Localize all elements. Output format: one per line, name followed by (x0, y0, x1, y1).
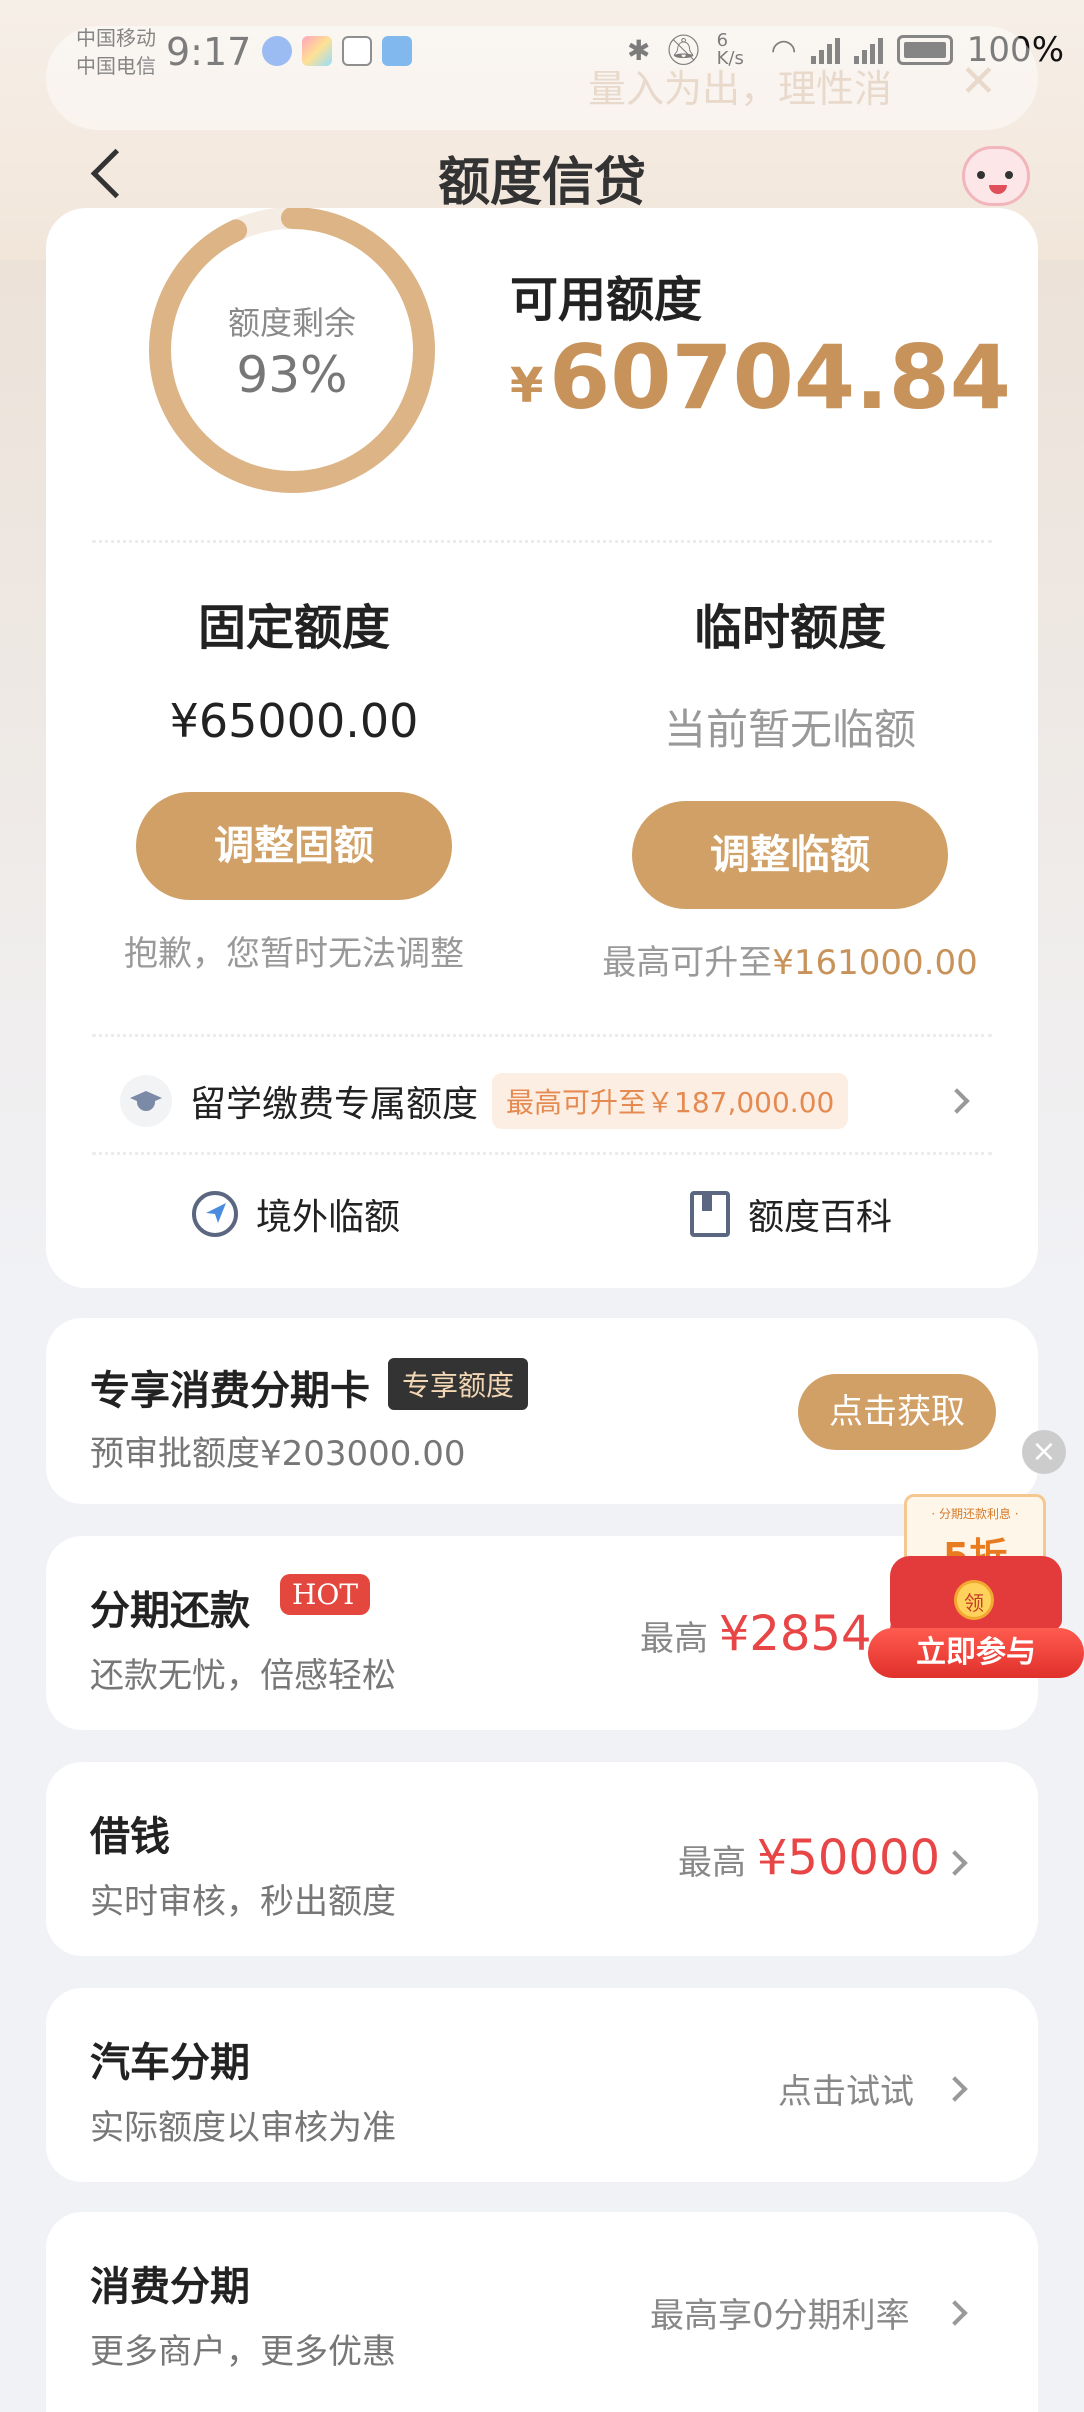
divider (92, 540, 992, 543)
available-value: 60704.84 (548, 326, 1012, 429)
fixed-credit-column: 固定额度 ¥65000.00 调整固额 抱歉，您暂时无法调整 (46, 588, 542, 975)
borrow-card[interactable]: 借钱 实时审核，秒出额度 最高 ¥50000 (46, 1762, 1038, 1956)
temp-note-amount: ¥161000.00 (772, 943, 978, 983)
customer-service-icon[interactable] (962, 146, 1030, 206)
plane-icon (192, 1191, 238, 1237)
installment-card-title: 专享消费分期卡 (90, 1368, 370, 1414)
close-icon[interactable]: ✕ (960, 56, 997, 107)
consume-rate-text: 最高享0分期利率 (650, 2296, 910, 2336)
currency-symbol: ¥ (510, 358, 544, 414)
chevron-right-icon (942, 2076, 968, 2102)
remaining-ring: 额度剩余 93% (142, 208, 442, 508)
credit-card-panel: 额度剩余 93% 可用额度 ¥ 60704.84 固定额度 ¥65000.00 … (46, 208, 1038, 1288)
consumer-installment-card[interactable]: 消费分期 更多商户，更多优惠 最高享0分期利率 (46, 2212, 1038, 2412)
temp-credit-title: 临时额度 (693, 600, 886, 656)
study-credit-label: 留学缴费专属额度 (190, 1084, 479, 1125)
temp-credit-note: 最高可升至¥161000.00 (542, 935, 1038, 984)
installment-card-offer[interactable]: 专享消费分期卡 专享额度 预审批额度¥203000.00 点击获取 (46, 1318, 1038, 1504)
temp-credit-value: 当前暂无临额 (663, 705, 916, 754)
chevron-right-icon (942, 1850, 968, 1876)
borrow-max-amount: ¥50000 (756, 1830, 941, 1886)
borrow-title: 借钱 (90, 1814, 170, 1860)
available-label: 可用额度 (510, 272, 703, 328)
ring-label: 额度剩余 (227, 304, 356, 342)
coin-icon: 领 (954, 1580, 994, 1620)
page-title: 额度信贷 (437, 153, 646, 213)
car-title: 汽车分期 (90, 2040, 250, 2086)
promo-float[interactable]: · 分期还款利息 · 5折 领 立即参与 (868, 1490, 1084, 1680)
repay-sub: 还款无忧，倍感轻松 (90, 1656, 396, 1696)
adjust-fixed-button[interactable]: 调整固额 (136, 792, 452, 900)
graduation-cap-icon (120, 1075, 172, 1127)
hot-badge: HOT (280, 1574, 371, 1615)
study-credit-tag: 最高可升至￥187,000.00 (492, 1073, 849, 1129)
exclusive-badge: 专享额度 (388, 1358, 529, 1410)
temp-note-prefix: 最高可升至 (602, 943, 773, 983)
repay-max-prefix: 最高 (640, 1619, 708, 1659)
temp-credit-column: 临时额度 当前暂无临额 调整临额 最高可升至¥161000.00 (542, 588, 1038, 984)
borrow-max-prefix: 最高 (678, 1843, 746, 1883)
fixed-credit-note: 抱歉，您暂时无法调整 (124, 934, 464, 974)
consume-sub: 更多商户，更多优惠 (90, 2332, 396, 2372)
fixed-credit-title: 固定额度 (197, 600, 390, 656)
overseas-credit-label: 境外临额 (256, 1197, 401, 1238)
back-button[interactable] (88, 144, 128, 204)
credit-wiki-label: 额度百科 (748, 1197, 893, 1238)
get-card-button[interactable]: 点击获取 (798, 1374, 996, 1450)
borrow-sub: 实时审核，秒出额度 (90, 1882, 396, 1922)
join-now-button[interactable]: 立即参与 (868, 1628, 1084, 1678)
close-promo-button[interactable]: × (1022, 1430, 1066, 1474)
chevron-right-icon (942, 2300, 968, 2326)
installment-card-sub: 预审批额度¥203000.00 (90, 1434, 466, 1474)
notice-text: 量入为出，理性消 (588, 67, 893, 111)
promo-small-text: · 分期还款利息 · (931, 1507, 1019, 1521)
overseas-credit-link[interactable]: 境外临额 (192, 1188, 400, 1240)
available-amount: ¥ 60704.84 (510, 326, 1011, 429)
fixed-credit-value: ¥65000.00 (169, 694, 419, 748)
borrow-max: 最高 ¥50000 (678, 1830, 940, 1886)
car-sub: 实际额度以审核为准 (90, 2108, 396, 2148)
repay-title: 分期还款 (90, 1588, 250, 1634)
ring-percent: 93% (236, 346, 348, 404)
study-credit-row[interactable]: 留学缴费专属额度 最高可升至￥187,000.00 (120, 1056, 1020, 1146)
credit-wiki-link[interactable]: 额度百科 (690, 1188, 892, 1240)
consume-title: 消费分期 (90, 2264, 250, 2310)
car-try-text: 点击试试 (778, 2072, 914, 2112)
adjust-temp-button[interactable]: 调整临额 (632, 801, 948, 909)
divider (92, 1152, 992, 1155)
divider (92, 1034, 992, 1037)
car-installment-card[interactable]: 汽车分期 实际额度以审核为准 点击试试 (46, 1988, 1038, 2182)
book-icon (690, 1191, 730, 1237)
